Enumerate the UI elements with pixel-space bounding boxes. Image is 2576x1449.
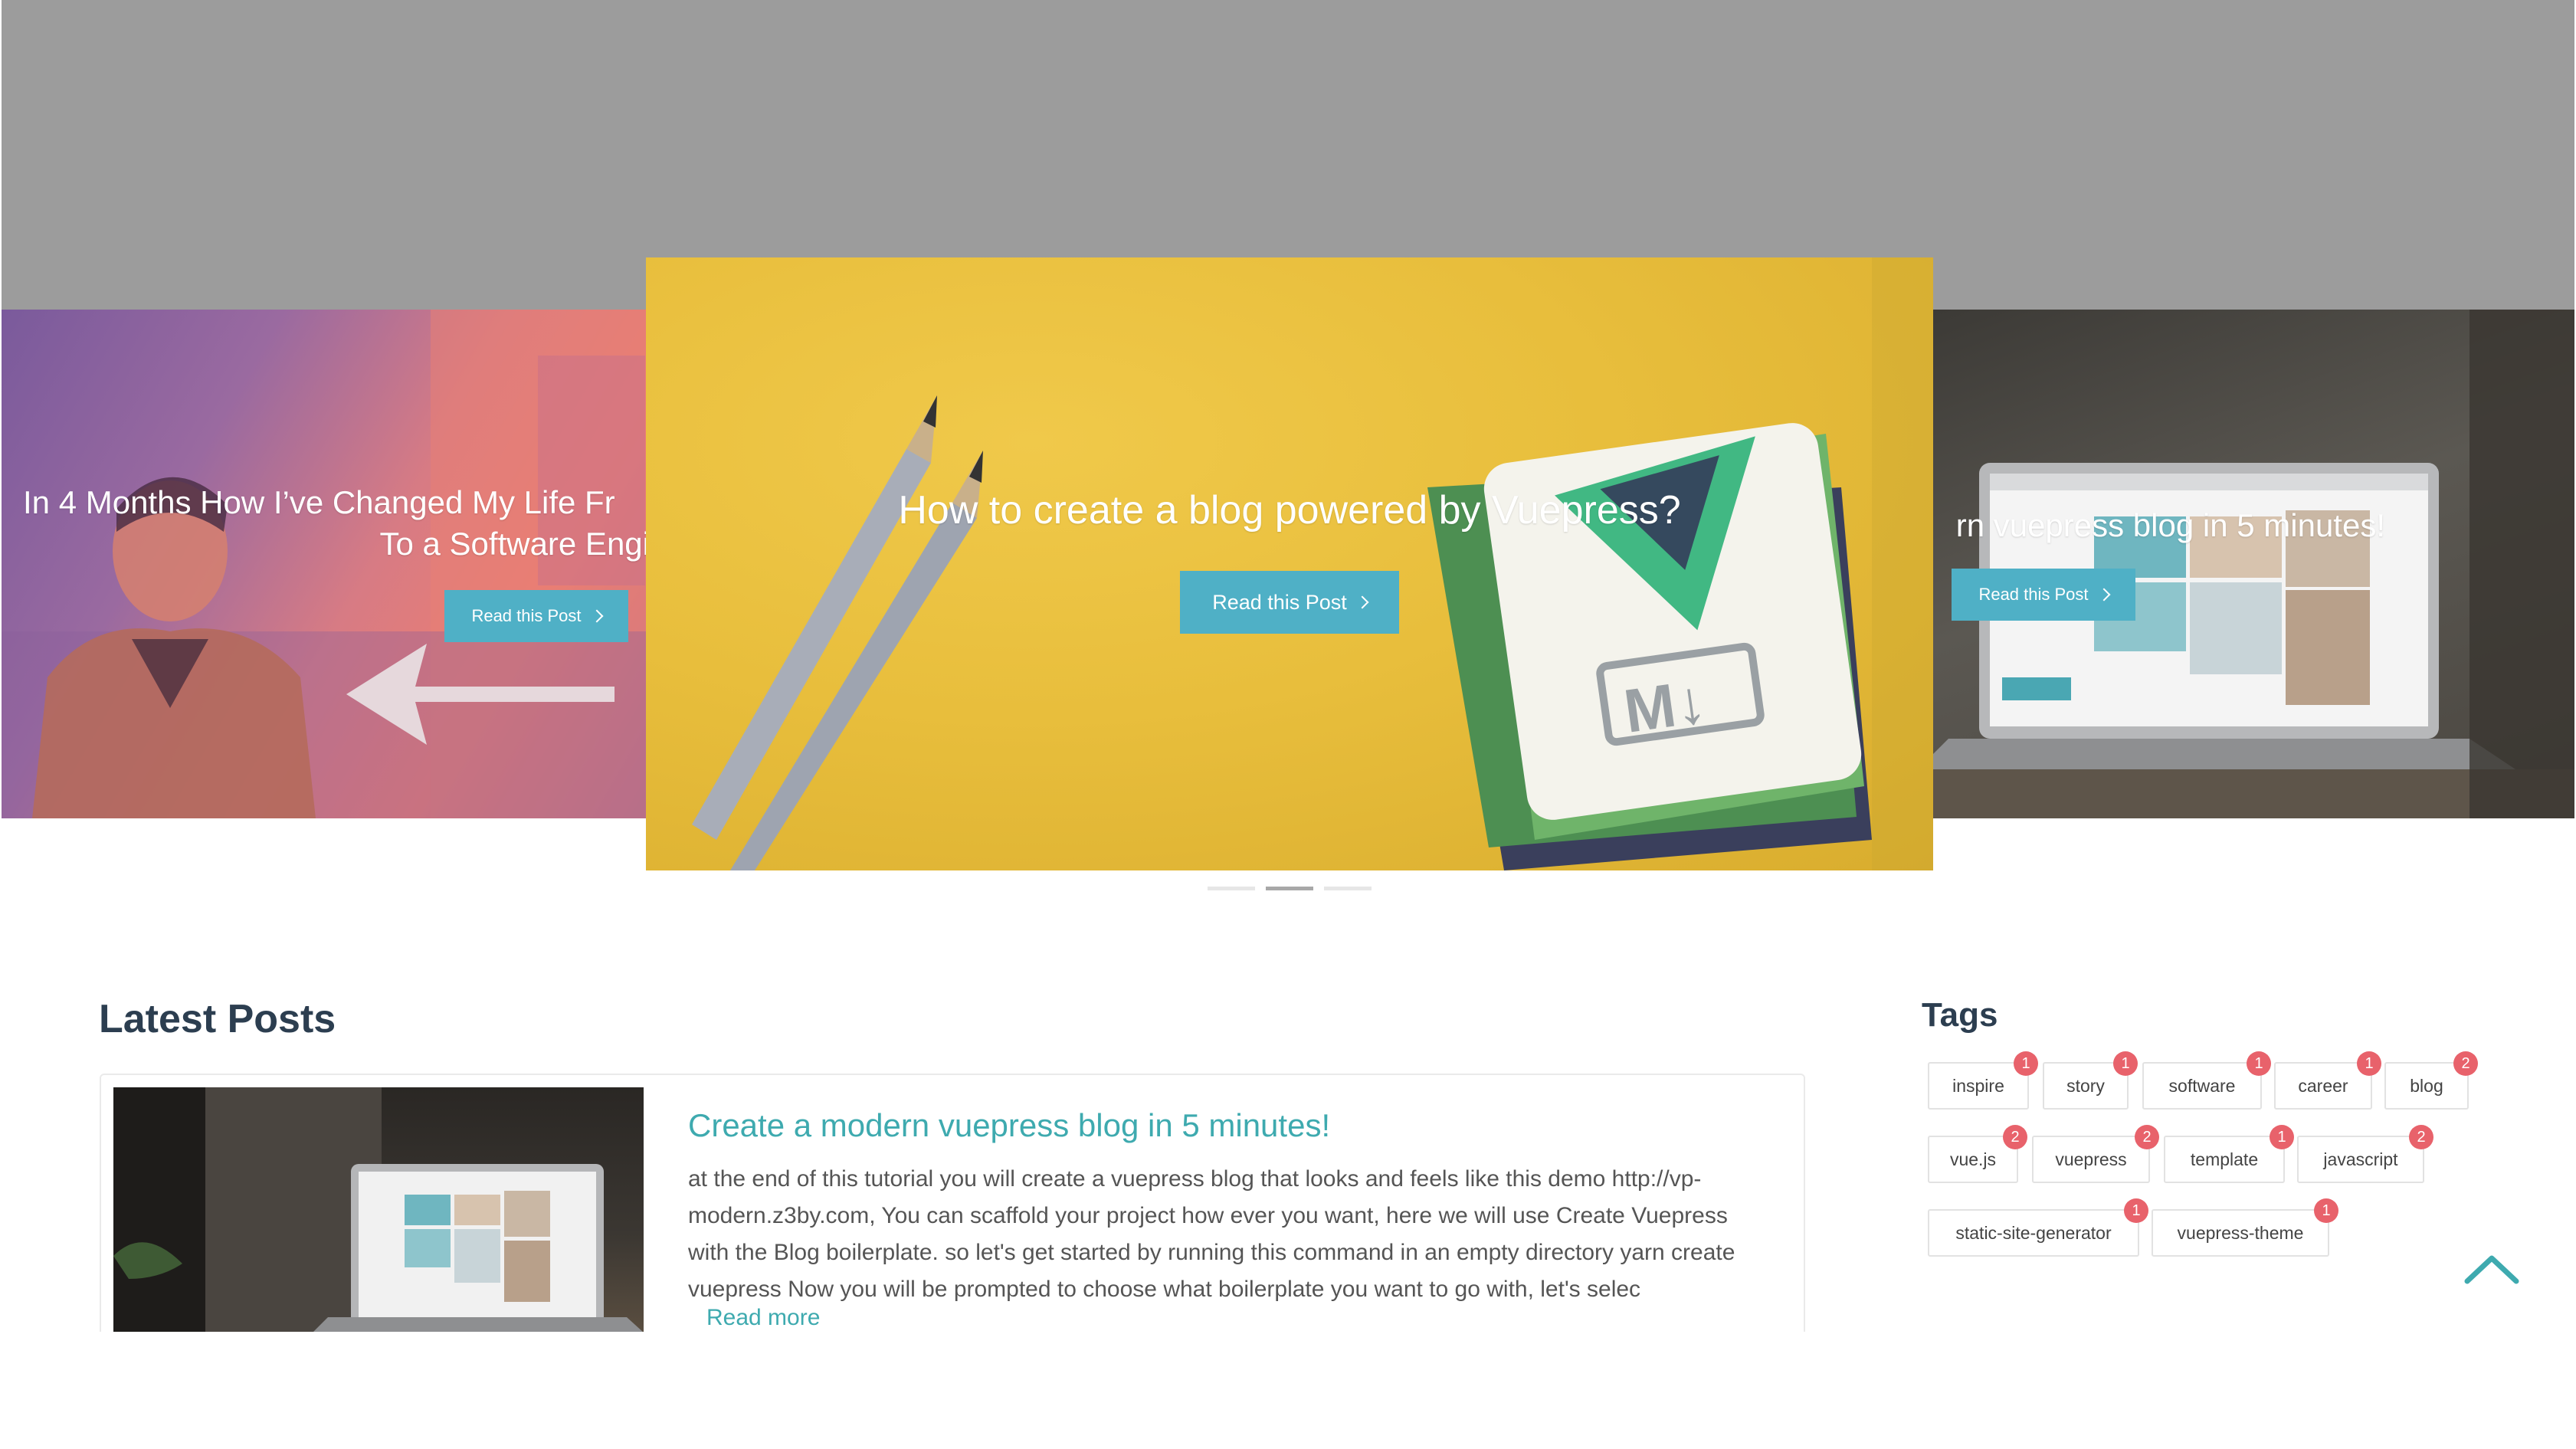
tag-template[interactable]: template 1 [2164,1125,2294,1183]
read-post-button-label: Read this Post [471,606,582,625]
slide-image-person [2,310,649,818]
tag-count-badge: 1 [2113,1051,2138,1076]
chevron-right-icon [590,609,604,623]
carousel-slide-previous[interactable]: In 4 Months How I’ve Changed My Life Fr … [2,310,649,818]
carousel-slide-next[interactable]: rn vuepress blog in 5 minutes! Read this… [1933,310,2574,818]
tag-count-badge: 1 [2124,1198,2148,1223]
carousel-dot[interactable] [1208,887,1255,890]
tag-label: template [2190,1149,2259,1169]
slide-title: rn vuepress blog in 5 minutes! [1955,507,2385,543]
tag-label: static-site-generator [1955,1222,2112,1243]
tag-story[interactable]: story 1 [2043,1051,2138,1110]
tag-count-badge: 2 [2135,1125,2159,1149]
tag-vuepress[interactable]: vuepress 2 [2032,1125,2159,1183]
chevron-right-icon [1355,595,1369,609]
chevron-right-icon [2097,588,2111,602]
tag-inspire[interactable]: inspire 1 [1928,1051,2038,1110]
chevron-up-icon[interactable] [2463,1251,2521,1287]
read-post-button-next[interactable]: Read this Post [1952,569,2135,621]
carousel-pagination [1208,887,1372,890]
post-thumbnail-image [113,1087,643,1332]
tag-count-badge: 1 [2014,1051,2038,1076]
tag-static-site-generator[interactable]: static-site-generator 1 [1928,1198,2148,1257]
read-post-button-label: Read this Post [1212,590,1347,614]
tag-count-badge: 2 [2409,1125,2433,1149]
read-post-button-previous[interactable]: Read this Post [444,590,628,642]
tags-heading: Tags [1922,996,1998,1034]
read-post-button-label: Read this Post [1978,585,2089,604]
tag-label: javascript [2323,1149,2398,1169]
tag-count-badge: 1 [2270,1125,2294,1149]
slide-image-laptop [1933,310,2574,818]
post-title-link[interactable]: Create a modern vuepress blog in 5 minut… [688,1107,1330,1144]
slide-title-line2: To a Software Engi [379,526,649,562]
tag-vuejs[interactable]: vue.js 2 [1928,1125,2027,1183]
tag-label: story [2066,1075,2105,1096]
slide-title: How to create a blog powered by Vuepress… [898,488,1681,533]
tag-label: software [2168,1075,2236,1096]
read-more-link[interactable]: Read more [706,1305,820,1331]
post-excerpt: at the end of this tutorial you will cre… [688,1166,1735,1302]
tag-career[interactable]: career 1 [2274,1051,2381,1110]
tag-blog[interactable]: blog 2 [2384,1051,2478,1110]
read-post-button-active[interactable]: Read this Post [1180,571,1399,634]
tag-count-badge: 2 [2003,1125,2027,1149]
tag-vuepress-theme[interactable]: vuepress-theme 1 [2152,1198,2338,1257]
carousel-dot[interactable] [1324,887,1372,890]
tag-label: vuepress [2055,1149,2127,1169]
post-thumbnail[interactable] [113,1087,644,1332]
tag-count-badge: 2 [2453,1051,2478,1076]
blog-frame: In 4 Months How I’ve Changed My Life Fr … [2,0,2574,1332]
latest-posts-heading: Latest Posts [99,997,336,1041]
carousel-slide-active[interactable]: M↓ How to create a blog powered by Vuepr… [646,257,1933,870]
tag-count-badge: 1 [2247,1051,2271,1076]
tag-label: inspire [1952,1075,2004,1096]
tag-label: vuepress-theme [2177,1222,2304,1243]
tag-label: vue.js [1949,1149,1997,1169]
carousel-dot-active[interactable] [1266,887,1313,890]
svg-text:M↓: M↓ [1620,667,1710,746]
tag-label: career [2298,1075,2348,1096]
page: In 4 Months How I’ve Changed My Life Fr … [0,0,2576,1449]
post-card[interactable]: Create a modern vuepress blog in 5 minut… [100,1074,1805,1332]
slide-title-line1: In 4 Months How I’ve Changed My Life Fr [23,484,615,520]
tag-javascript[interactable]: javascript 2 [2297,1125,2433,1183]
tag-count-badge: 1 [2314,1198,2338,1223]
tag-count-badge: 1 [2357,1051,2381,1076]
tag-label: blog [2410,1075,2443,1096]
slide-image-pencils-markdown: M↓ [692,257,1933,870]
tag-software[interactable]: software 1 [2142,1051,2271,1110]
